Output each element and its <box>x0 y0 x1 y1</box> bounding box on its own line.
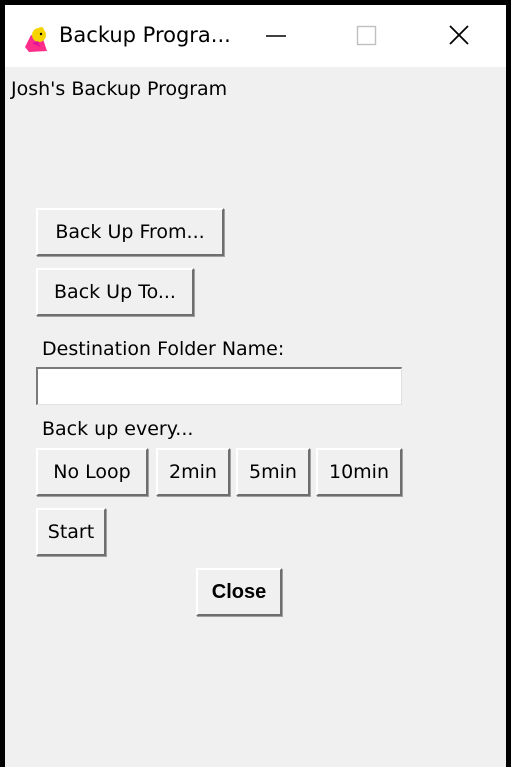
destination-folder-label: Destination Folder Name: <box>42 338 285 360</box>
2min-button[interactable]: 2min <box>156 448 230 496</box>
app-window: Backup Progra... Josh's Backup Program B… <box>5 5 506 767</box>
maximize-icon <box>356 25 377 46</box>
minimize-icon <box>266 35 286 37</box>
close-icon <box>449 25 469 45</box>
10min-button[interactable]: 10min <box>316 448 402 496</box>
destination-folder-input[interactable] <box>36 367 402 405</box>
app-icon <box>23 25 51 53</box>
minimize-button[interactable] <box>253 5 299 67</box>
no-loop-button[interactable]: No Loop <box>36 448 148 496</box>
close-button[interactable]: Close <box>196 568 282 616</box>
back-up-to-button[interactable]: Back Up To... <box>36 268 194 316</box>
back-up-from-button[interactable]: Back Up From... <box>36 208 224 256</box>
maximize-button[interactable] <box>342 5 388 67</box>
start-button[interactable]: Start <box>36 508 106 556</box>
window-title: Backup Progra... <box>59 23 231 47</box>
5min-button[interactable]: 5min <box>236 448 310 496</box>
close-window-button[interactable] <box>435 5 481 67</box>
back-up-every-label: Back up every... <box>42 418 194 440</box>
app-label: Josh's Backup Program <box>11 78 228 100</box>
title-bar[interactable]: Backup Progra... <box>5 5 506 67</box>
